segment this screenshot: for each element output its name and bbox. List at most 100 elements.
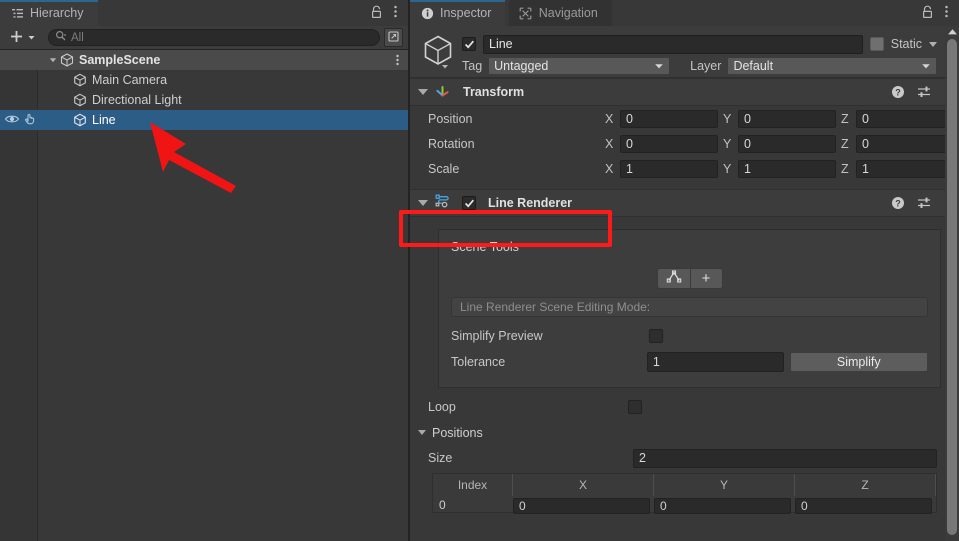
table-cell-y[interactable]: 0 xyxy=(654,498,791,514)
kebab-menu-icon[interactable] xyxy=(393,4,398,22)
tab-hierarchy-label: Hierarchy xyxy=(30,6,84,20)
hierarchy-item-samplescene[interactable]: SampleScene xyxy=(0,50,408,70)
inspector-tabstrip: Inspector Navigation xyxy=(410,0,959,26)
create-points-button[interactable]: + xyxy=(689,268,723,289)
foldout-expanded-icon[interactable] xyxy=(418,89,428,95)
help-circle-icon[interactable]: ? xyxy=(891,196,905,213)
tab-navigation-label: Navigation xyxy=(538,6,598,20)
table-cell-x[interactable]: 0 xyxy=(513,498,650,514)
rotation-z-input[interactable]: 0 xyxy=(856,134,954,153)
simplify-button[interactable]: Simplify xyxy=(789,352,928,372)
loop-checkbox[interactable] xyxy=(628,400,642,414)
scene-editing-mode-text: Line Renderer Scene Editing Mode: xyxy=(460,300,651,314)
tab-inspector[interactable]: Inspector xyxy=(410,0,506,26)
axis-label-y: Y xyxy=(723,161,732,176)
gameobject-header: Line Static Tag Untagged Layer Default xyxy=(410,26,959,78)
tolerance-input[interactable]: 1 xyxy=(646,352,784,372)
tag-dropdown[interactable]: Untagged xyxy=(488,57,671,75)
foldout-expanded-icon[interactable] xyxy=(46,55,59,65)
layer-value: Default xyxy=(733,59,774,73)
kebab-menu-icon[interactable] xyxy=(395,50,400,70)
layer-label: Layer xyxy=(690,59,722,73)
position-y-input[interactable]: 0 xyxy=(738,109,836,128)
tab-navigation[interactable]: Navigation xyxy=(508,0,612,26)
edit-points-button[interactable] xyxy=(656,268,690,289)
inspector-scrollbar[interactable] xyxy=(945,26,959,541)
table-header-x: X xyxy=(513,474,654,496)
kebab-menu-icon[interactable] xyxy=(944,4,949,22)
static-checkbox[interactable] xyxy=(869,37,884,51)
axis-label-x: X xyxy=(605,161,614,176)
hand-pointer-icon[interactable] xyxy=(23,112,37,128)
hierarchy-item-directional-light[interactable]: Directional Light xyxy=(0,90,408,110)
table-header-y: Y xyxy=(654,474,795,496)
scale-y-input[interactable]: 1 xyxy=(738,159,836,178)
tab-hierarchy[interactable]: Hierarchy xyxy=(0,0,98,26)
inspector-tab-actions xyxy=(921,0,955,26)
rotation-y-input[interactable]: 0 xyxy=(738,134,836,153)
scene-tools-box: Scene Tools + Line Renderer Scene Editin… xyxy=(438,229,941,388)
axis-label-z: Z xyxy=(841,136,849,151)
table-cell-index: 0 xyxy=(439,498,446,512)
hierarchy-item-label: Main Camera xyxy=(92,73,168,87)
hierarchy-tree: SampleScene Main Camera Directional Ligh… xyxy=(0,50,408,541)
component-header-transform[interactable]: Transform ? xyxy=(410,78,959,106)
component-header-line-renderer[interactable]: Line Renderer ? xyxy=(410,189,959,217)
axis-label-x: X xyxy=(605,111,614,126)
gameobject-enabled-checkbox[interactable] xyxy=(462,37,476,51)
foldout-expanded-icon[interactable] xyxy=(418,200,428,206)
axis-label-x: X xyxy=(605,136,614,151)
gameobject-name-input[interactable]: Line xyxy=(483,34,863,54)
component-title: Line Renderer xyxy=(488,196,573,210)
eye-icon[interactable] xyxy=(4,113,20,128)
layer-dropdown[interactable]: Default xyxy=(727,57,937,75)
table-row[interactable]: 0 0 0 0 xyxy=(433,496,936,514)
hierarchy-item-label: Directional Light xyxy=(92,93,182,107)
positions-table: Index X Y Z 0 0 0 0 xyxy=(432,473,937,514)
tag-layer-row: Tag Untagged Layer Default xyxy=(462,57,937,75)
hierarchy-item-label: Line xyxy=(92,113,116,127)
scene-tools-buttons: + xyxy=(451,268,928,289)
hierarchy-tab-actions xyxy=(370,0,404,26)
scale-z-input[interactable]: 1 xyxy=(856,159,954,178)
hierarchy-item-main-camera[interactable]: Main Camera xyxy=(0,70,408,90)
foldout-expanded-icon[interactable] xyxy=(418,430,426,435)
transform-row-position: Position X 0 Y 0 Z 0 xyxy=(410,106,959,131)
help-circle-icon[interactable]: ? xyxy=(891,85,905,102)
search-icon xyxy=(55,30,67,45)
hierarchy-toolbar: All xyxy=(0,26,408,50)
property-label: Scale xyxy=(428,161,460,176)
component-actions: ? xyxy=(891,190,949,218)
scale-x-input[interactable]: 1 xyxy=(620,159,718,178)
chevron-down-icon[interactable] xyxy=(929,41,937,47)
inspector-panel: Inspector Navigation Line Static Tag Unt… xyxy=(410,0,959,541)
scrollbar-thumb[interactable] xyxy=(947,39,957,535)
line-renderer-enabled-checkbox[interactable] xyxy=(462,196,476,210)
scene-editing-mode-bar: Line Renderer Scene Editing Mode: xyxy=(451,297,928,317)
transform-row-rotation: Rotation X 0 Y 0 Z 0 xyxy=(410,131,959,156)
size-input[interactable]: 2 xyxy=(633,448,937,468)
table-header-index: Index xyxy=(433,474,513,496)
position-z-input[interactable]: 0 xyxy=(856,109,954,128)
search-input[interactable]: All xyxy=(48,29,380,46)
scroll-up-arrow-icon[interactable] xyxy=(945,26,959,37)
chevron-down-icon xyxy=(27,31,36,45)
position-x-input[interactable]: 0 xyxy=(620,109,718,128)
hierarchy-tabstrip: Hierarchy xyxy=(0,0,408,26)
add-gameobject-button[interactable] xyxy=(5,29,40,47)
gameobject-cube-icon xyxy=(422,34,456,73)
hierarchy-expand-button[interactable] xyxy=(384,28,403,47)
positions-foldout[interactable]: Positions xyxy=(410,420,959,445)
preset-sliders-icon[interactable] xyxy=(917,85,932,102)
loop-row: Loop xyxy=(410,394,959,420)
simplify-preview-checkbox[interactable] xyxy=(649,329,663,343)
hierarchy-item-line[interactable]: Line xyxy=(0,110,408,130)
preset-sliders-icon[interactable] xyxy=(917,196,932,213)
lock-icon[interactable] xyxy=(921,5,934,22)
axis-label-y: Y xyxy=(723,136,732,151)
hierarchy-item-label: SampleScene xyxy=(79,53,161,67)
rotation-x-input[interactable]: 0 xyxy=(620,134,718,153)
lock-icon[interactable] xyxy=(370,5,383,22)
gameobject-name-row: Line Static xyxy=(462,34,937,54)
table-cell-z[interactable]: 0 xyxy=(795,498,932,514)
